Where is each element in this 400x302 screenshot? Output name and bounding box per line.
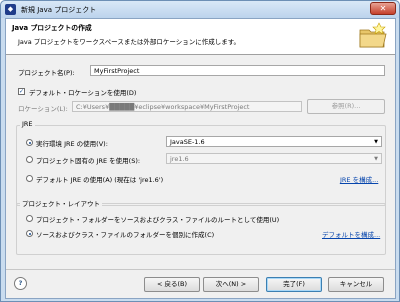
dialog-window: ◆ 新規 Java プロジェクト ✕ Java プロジェクトの作成 Java プ… [0,0,400,302]
radio-project-folder-root[interactable] [26,215,33,222]
location-field[interactable]: C:¥Users¥█████¥eclipse¥workspace¥MyFirst… [72,101,302,112]
radio-separate-folders[interactable] [26,230,33,237]
next-button[interactable]: 次へ(N) > [203,277,259,292]
eclipse-app-icon: ◆ [5,4,16,15]
execution-env-value: JavaSE-1.6 [170,138,205,146]
radio-execution-env-jre[interactable] [26,139,33,146]
default-jre-label: デフォルト JRE の使用(A) (現在は 'jre1.6') [36,176,164,184]
browse-button[interactable]: 参照(R)... [307,99,385,114]
title-bar[interactable]: ◆ 新規 Java プロジェクト ✕ [1,1,399,18]
use-default-location-checkbox[interactable]: ✓ [18,88,25,95]
back-button[interactable]: < 戻る(B) [144,277,200,292]
project-specific-jre-value: jre1.6 [170,155,189,163]
radio-default-jre[interactable] [26,175,33,182]
execution-env-jre-label: 実行環境 JRE の使用(V): [36,140,108,148]
project-specific-jre-label: プロジェクト固有の JRE を使用(S): [36,157,141,165]
separate-folders-label: ソースおよびクラス・ファイルのフォルダーを個別に作成(C) [36,231,215,239]
location-label: ロケーション(L): [18,105,68,113]
cancel-button[interactable]: キャンセル [328,277,384,292]
wizard-banner: Java プロジェクトの作成 Java プロジェクトをワークスペースまたは外部ロ… [6,19,395,55]
chevron-down-icon: ▼ [374,139,378,145]
project-layout-group-title: プロジェクト・レイアウト [20,198,102,208]
banner-title: Java プロジェクトの作成 [12,24,92,32]
finish-button[interactable]: 完了(F) [266,277,322,292]
radio-project-specific-jre[interactable] [26,156,33,163]
project-specific-jre-combo[interactable]: jre1.6 ▼ [166,153,382,164]
window-title: 新規 Java プロジェクト [21,6,97,14]
project-folder-root-label: プロジェクト・フォルダーをソースおよびクラス・ファイルのルートとして使用(U) [36,216,280,224]
jre-group-title: JRE [20,120,35,128]
footer-separator [6,269,395,270]
chevron-down-icon: ▼ [374,156,378,162]
help-icon[interactable]: ? [14,277,27,290]
banner-description: Java プロジェクトをワークスペースまたは外部ロケーションに作成します。 [18,38,241,46]
dialog-client-area: Java プロジェクトの作成 Java プロジェクトをワークスペースまたは外部ロ… [5,18,396,299]
configure-jre-link[interactable]: JRE を構成... [340,174,378,184]
close-button[interactable]: ✕ [370,2,396,15]
new-project-folder-icon [359,22,387,48]
project-name-label: プロジェクト名(P): [18,69,75,77]
project-name-field[interactable]: MyFirstProject [90,65,385,76]
use-default-location-label: デフォルト・ロケーションを使用(D) [29,89,137,97]
configure-default-link[interactable]: デフォルトを構成... [322,229,380,239]
execution-env-combo[interactable]: JavaSE-1.6 ▼ [166,136,382,147]
